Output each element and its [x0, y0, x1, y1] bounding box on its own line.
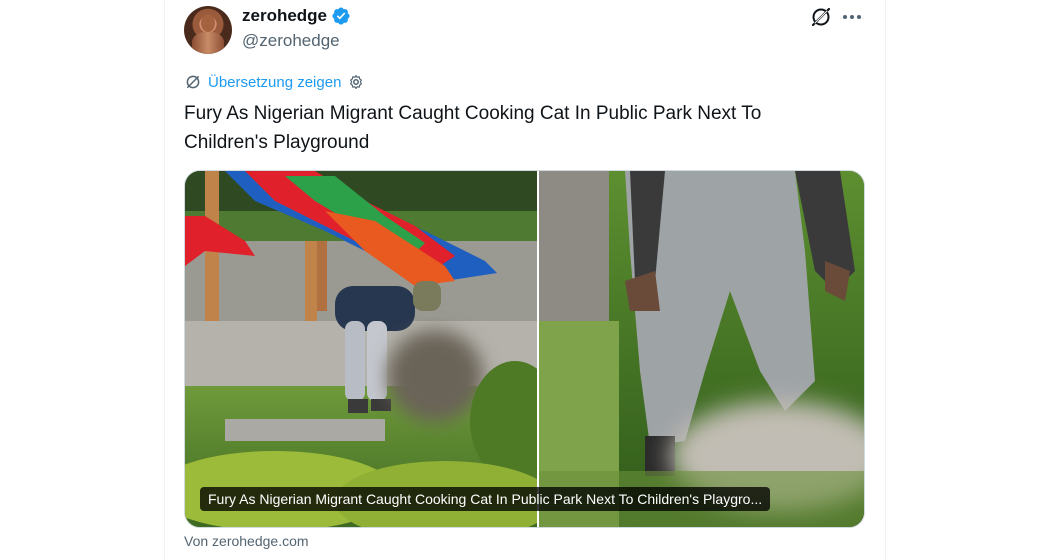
tweet-text: Fury As Nigerian Migrant Caught Cooking …	[184, 103, 762, 153]
grok-icon	[811, 7, 831, 27]
more-icon	[843, 15, 861, 19]
translate-label[interactable]: Übersetzung zeigen	[208, 74, 341, 91]
verified-badge-icon	[331, 6, 351, 26]
tweet-page: zerohedge @zerohedge Übersetzung zeigen	[0, 0, 1050, 560]
news-photo	[185, 171, 864, 527]
author-name[interactable]: zerohedge	[242, 6, 327, 26]
grok-button[interactable]	[809, 5, 833, 29]
author-name-row[interactable]: zerohedge	[242, 6, 351, 26]
more-options-button[interactable]	[840, 5, 864, 29]
link-card-caption: Fury As Nigerian Migrant Caught Cooking …	[200, 487, 771, 511]
avatar-figure-body	[192, 32, 224, 54]
link-card-image[interactable]	[184, 170, 865, 528]
translate-icon	[186, 75, 200, 89]
gear-icon[interactable]	[347, 73, 365, 91]
translate-link[interactable]: Übersetzung zeigen	[184, 73, 365, 91]
avatar-figure-head	[201, 14, 215, 32]
author-handle[interactable]: @zerohedge	[242, 31, 340, 51]
avatar[interactable]	[184, 6, 232, 54]
link-card-source[interactable]: Von zerohedge.com	[184, 533, 309, 549]
